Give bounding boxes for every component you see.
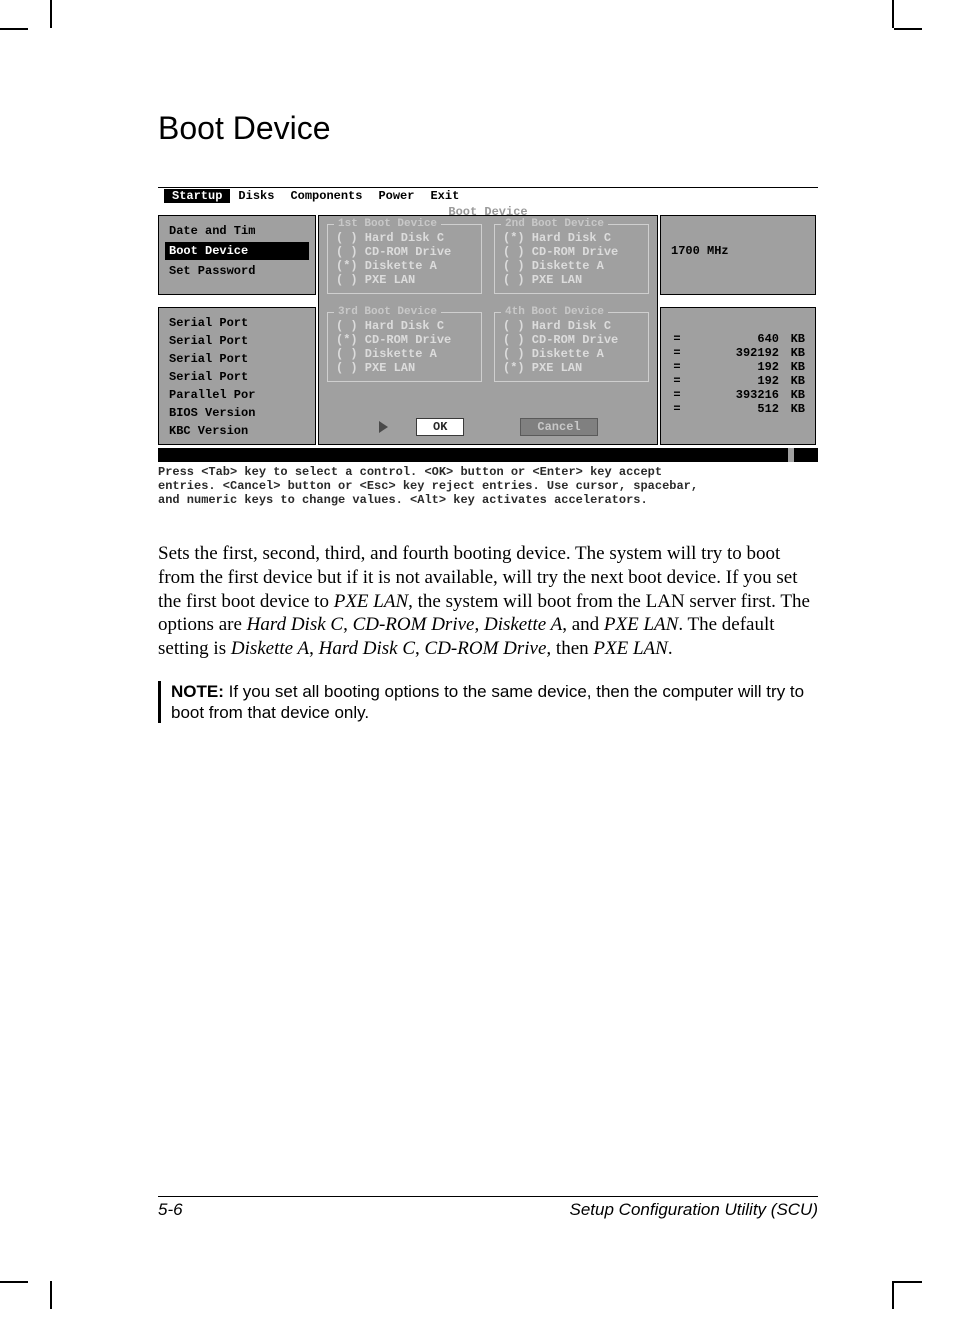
right-panel-1: 1700 MHz (660, 215, 816, 295)
text-italic: PXE LAN (604, 614, 678, 635)
text: then (551, 638, 593, 659)
text-italic: Hard Disk C (247, 614, 343, 635)
memory-line: =392192KB (671, 346, 805, 360)
footer-page-number: 5-6 (158, 1200, 183, 1220)
menu-startup[interactable]: Startup (164, 189, 230, 203)
menu-boot-device[interactable]: Boot Device (165, 242, 309, 260)
bios-screenshot: Startup Disks Components Power Exit Boot… (158, 187, 818, 507)
text-italic: CD-ROM Drive, (425, 638, 552, 659)
text: , (309, 638, 319, 659)
radio-option[interactable]: ( ) PXE LAN (336, 361, 473, 375)
menu-set-password[interactable]: Set Password (169, 262, 305, 280)
menu-exit[interactable]: Exit (422, 189, 467, 203)
cpu-speed: 1700 MHz (671, 244, 805, 258)
info-serial-port: Serial Port (169, 368, 305, 386)
page-title: Boot Device (158, 110, 818, 147)
group-title: 1st Boot Device (334, 217, 441, 231)
bios-menubar: Startup Disks Components Power Exit (158, 187, 818, 204)
left-panel-2: Serial Port Serial Port Serial Port Seri… (158, 307, 316, 445)
radio-option[interactable]: ( ) Hard Disk C (503, 319, 640, 333)
menu-disks[interactable]: Disks (230, 189, 282, 203)
text: , (474, 614, 484, 635)
radio-option[interactable]: ( ) PXE LAN (336, 273, 473, 287)
text-italic: Hard Disk C (319, 638, 415, 659)
memory-line: =512KB (671, 402, 805, 416)
radio-option[interactable]: ( ) Hard Disk C (336, 231, 473, 245)
text-italic: CD-ROM Drive (353, 614, 475, 635)
boot-device-group-2: 2nd Boot Device(*) Hard Disk C( ) CD-ROM… (494, 224, 649, 294)
radio-option[interactable]: ( ) Diskette A (503, 347, 640, 361)
text-italic: PXE LAN (334, 591, 408, 612)
help-line: entries. <Cancel> button or <Esc> key re… (158, 479, 818, 493)
memory-line: =192KB (671, 374, 805, 388)
info-kbc-version: KBC Version (169, 422, 305, 440)
bottom-strip (158, 448, 818, 462)
help-text: Press <Tab> key to select a control. <OK… (158, 465, 818, 507)
radio-option[interactable]: (*) Hard Disk C (503, 231, 640, 245)
info-serial-port: Serial Port (169, 350, 305, 368)
radio-option[interactable]: (*) CD-ROM Drive (336, 333, 473, 347)
footer-section-title: Setup Configuration Utility (SCU) (570, 1200, 818, 1220)
page-footer: 5-6 Setup Configuration Utility (SCU) (158, 1196, 818, 1220)
memory-line: =393216KB (671, 388, 805, 402)
radio-option[interactable]: ( ) PXE LAN (503, 273, 640, 287)
radio-option[interactable]: ( ) CD-ROM Drive (336, 245, 473, 259)
group-title: 4th Boot Device (501, 305, 608, 319)
text: , (415, 638, 425, 659)
info-serial-port: Serial Port (169, 314, 305, 332)
note-text: If you set all booting options to the sa… (171, 682, 804, 722)
radio-option[interactable]: ( ) CD-ROM Drive (503, 333, 640, 347)
note-bar (158, 681, 161, 724)
radio-option[interactable]: ( ) Diskette A (336, 347, 473, 361)
note-label: NOTE: (171, 682, 224, 701)
description-paragraph: Sets the first, second, third, and fourt… (158, 542, 818, 661)
text-italic: Diskette A (231, 638, 309, 659)
memory-line: =192KB (671, 360, 805, 374)
note-block: NOTE: If you set all booting options to … (158, 681, 818, 724)
menu-power[interactable]: Power (370, 189, 422, 203)
ok-button[interactable]: OK (416, 418, 464, 436)
group-title: 3rd Boot Device (334, 305, 441, 319)
radio-option[interactable]: ( ) CD-ROM Drive (503, 245, 640, 259)
text: . (668, 638, 673, 659)
memory-line: =640KB (671, 332, 805, 346)
info-parallel-port: Parallel Por (169, 386, 305, 404)
radio-option[interactable]: (*) PXE LAN (503, 361, 640, 375)
help-line: and numeric keys to change values. <Alt>… (158, 493, 818, 507)
group-title: 2nd Boot Device (501, 217, 608, 231)
text: , (343, 614, 353, 635)
text-italic: Diskette A (484, 614, 562, 635)
text: , and (562, 614, 604, 635)
left-panel-1: Date and Tim Boot Device Set Password (158, 215, 316, 295)
boot-device-group-3: 3rd Boot Device( ) Hard Disk C(*) CD-ROM… (327, 312, 482, 382)
radio-option[interactable]: (*) Diskette A (336, 259, 473, 273)
cancel-button[interactable]: Cancel (520, 418, 597, 436)
boot-device-group-4: 4th Boot Device( ) Hard Disk C( ) CD-ROM… (494, 312, 649, 382)
help-line: Press <Tab> key to select a control. <OK… (158, 465, 818, 479)
boot-device-dialog: 4th Boot Device( ) Hard Disk C( ) CD-ROM… (318, 215, 658, 445)
radio-option[interactable]: ( ) Hard Disk C (336, 319, 473, 333)
triangle-right-icon (379, 421, 388, 433)
text-italic: PXE LAN (593, 638, 667, 659)
menu-components[interactable]: Components (282, 189, 370, 203)
menu-date-time[interactable]: Date and Tim (169, 222, 305, 240)
radio-option[interactable]: ( ) Diskette A (503, 259, 640, 273)
info-bios-version: BIOS Version (169, 404, 305, 422)
right-panel-2: =640KB=392192KB=192KB=192KB=393216KB=512… (660, 307, 816, 445)
boot-device-group-1: 1st Boot Device( ) Hard Disk C( ) CD-ROM… (327, 224, 482, 294)
info-serial-port: Serial Port (169, 332, 305, 350)
